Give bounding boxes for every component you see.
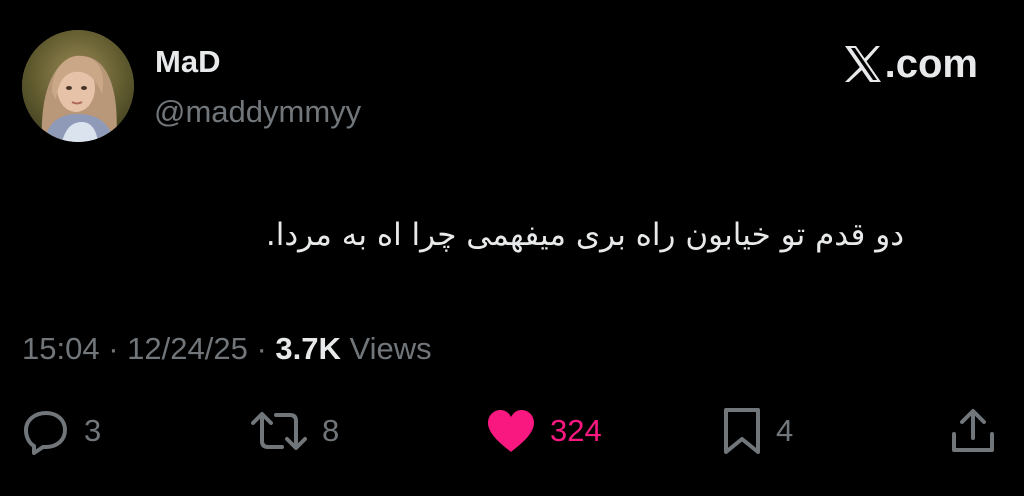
bookmark-count: 4 [776,413,794,448]
views-count: 3.7K [275,331,341,366]
x-com-watermark: .com [843,42,978,86]
tweet-date[interactable]: 12/24/25 [127,331,248,366]
reply-icon [22,407,70,455]
brand-label: .com [884,42,978,86]
meta-separator: · [256,331,267,366]
tweet-meta: 15:04 · 12/24/25 · 3.7K Views [22,330,432,368]
like-button[interactable]: 324 [486,405,602,457]
retweet-button[interactable]: 8 [250,405,339,457]
share-icon [950,408,996,454]
avatar[interactable] [22,30,134,142]
meta-separator: · [108,331,119,366]
author-display-name[interactable]: MaD [155,44,220,80]
bookmark-icon [722,407,762,455]
avatar-photo [22,30,134,142]
tweet-time[interactable]: 15:04 [22,331,100,366]
x-logo-icon [843,45,883,83]
reply-count: 3 [84,413,102,448]
share-button[interactable] [950,405,996,457]
reply-button[interactable]: 3 [22,405,101,457]
author-handle[interactable]: @maddymmyy [154,94,361,130]
retweet-count: 8 [322,413,340,448]
bookmark-button[interactable]: 4 [722,405,793,457]
tweet-text: دو قدم تو خیابون راه بری میفهمی چرا اه ب… [265,217,904,253]
views-label: Views [349,331,432,366]
heart-icon [486,408,536,454]
like-count: 324 [550,413,602,448]
retweet-icon [250,407,308,455]
